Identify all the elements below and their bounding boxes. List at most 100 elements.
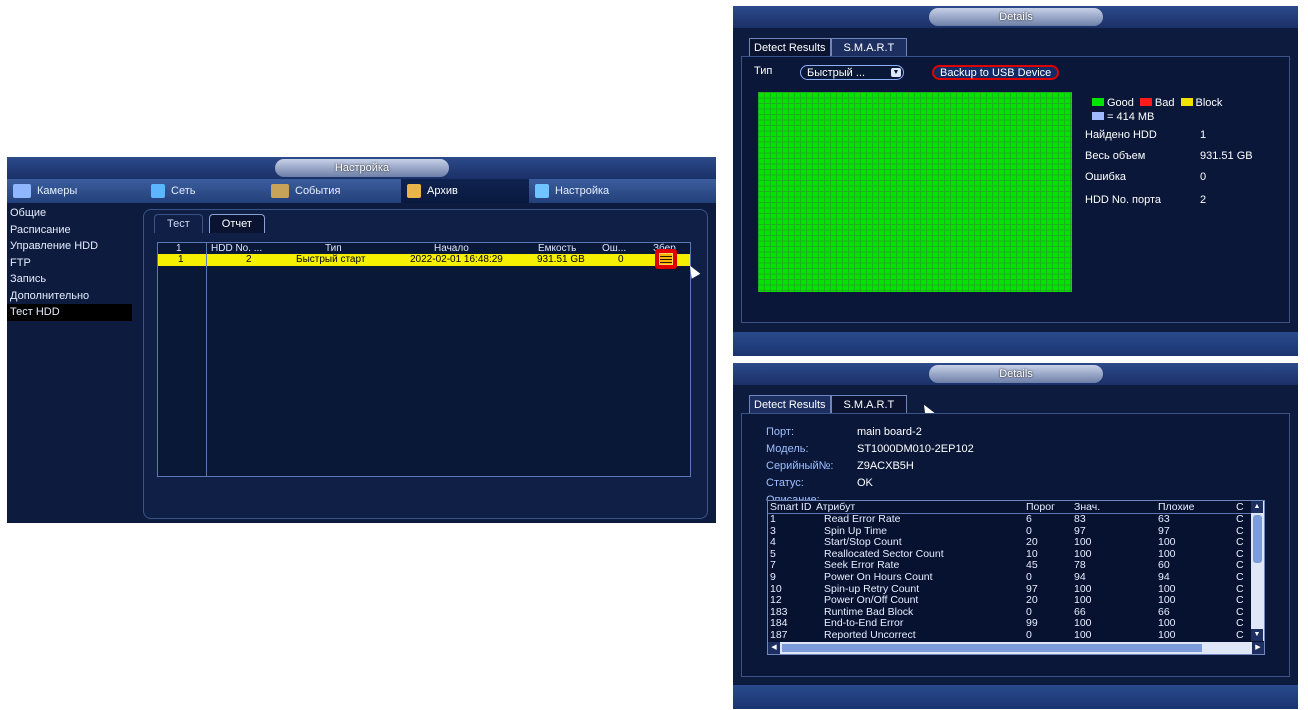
cell-smart-id: 4 — [770, 536, 776, 549]
legend: Good Bad Block — [1092, 97, 1222, 109]
tab-cameras[interactable]: Камеры — [7, 179, 145, 203]
port-value: main board-2 — [857, 426, 922, 438]
scroll-right-icon[interactable]: ▶ — [1252, 642, 1264, 654]
scroll-down-icon[interactable]: ▼ — [1251, 629, 1263, 641]
content-area: Тест Отчет 1 HDD No. ... Тип Начало Емко… — [143, 209, 708, 519]
scroll-up-icon[interactable]: ▲ — [1251, 501, 1263, 513]
cell-value: 100 — [1074, 536, 1092, 549]
cell-threshold: 0 — [1026, 571, 1032, 583]
sidebar-item-hdd-test[interactable]: Тест HDD — [7, 304, 132, 321]
tab-detect-results[interactable]: Detect Results — [749, 395, 831, 414]
divider — [206, 243, 207, 476]
list-icon — [659, 253, 673, 265]
title-bar: Настройка — [7, 157, 716, 179]
hdd-found-label: Найдено HDD — [1085, 129, 1157, 141]
tab-detect-results[interactable]: Detect Results — [749, 38, 831, 57]
legend-unit-label: = 414 MB — [1107, 111, 1155, 123]
cell-smart-id: 12 — [770, 594, 782, 607]
footer-bar — [733, 332, 1298, 356]
tab-archive[interactable]: Архив — [401, 179, 529, 203]
cell-worst: 94 — [1158, 571, 1170, 583]
cell-hdd-no: 2 — [246, 254, 252, 265]
sidebar-item-advanced[interactable]: Дополнительно — [7, 288, 132, 305]
legend-good-label: Good — [1107, 97, 1134, 109]
footer-bar — [733, 685, 1298, 709]
col-attribute: Атрибут — [816, 501, 856, 513]
scroll-left-icon[interactable]: ◀ — [768, 642, 780, 654]
tab-smart[interactable]: S.M.A.R.T — [830, 38, 908, 57]
cell-attribute: Read Error Rate — [824, 513, 901, 525]
archive-icon — [407, 184, 421, 198]
table-row[interactable]: 1 Read Error Rate 6 83 63 С — [768, 513, 1248, 526]
port-value: 2 — [1200, 194, 1207, 206]
network-icon — [151, 184, 165, 198]
type-select-value: Быстрый ... — [807, 67, 866, 79]
sidebar-item-record[interactable]: Запись — [7, 271, 132, 288]
sidebar-item-hdd-manage[interactable]: Управление HDD — [7, 238, 132, 255]
port-label: HDD No. порта — [1085, 194, 1162, 206]
scroll-thumb[interactable] — [1253, 515, 1262, 563]
settings-window: Настройка Камеры Сеть События Архив Наст… — [7, 157, 716, 523]
smart-header: Smart ID Атрибут Порог Знач. Плохие С — [768, 501, 1248, 514]
table-row[interactable]: 4 Start/Stop Count 20 100 100 С — [768, 537, 1248, 549]
main-nav: Камеры Сеть События Архив Настройка — [7, 179, 716, 203]
tab-smart[interactable]: S.M.A.R.T — [830, 395, 908, 414]
status-value: OK — [857, 477, 873, 489]
cell-value: 100 — [1074, 594, 1092, 607]
bad-swatch — [1139, 98, 1152, 106]
unit-swatch — [1092, 112, 1104, 120]
cell-capacity: 931.51 GB — [537, 254, 585, 265]
cell-attribute: Reported Uncorrect — [824, 629, 916, 641]
report-details-icon[interactable] — [655, 249, 677, 269]
vertical-scrollbar[interactable]: ▲ ▼ — [1251, 501, 1264, 641]
details-window-detect: Details Detect Results S.M.A.R.T Тип Быс… — [733, 6, 1298, 356]
details-tabs: Detect Results S.M.A.R.T — [749, 395, 908, 414]
tab-test[interactable]: Тест — [154, 214, 203, 233]
legend-block-label: Block — [1195, 97, 1223, 109]
backup-to-usb-button[interactable]: Backup to USB Device — [932, 65, 1060, 80]
tab-label: Камеры — [37, 185, 78, 197]
table-row[interactable]: 9 Power On Hours Count 0 94 94 С — [768, 571, 1248, 584]
cell-attribute: Power On/Off Count — [824, 594, 919, 607]
sidebar-item-schedule[interactable]: Расписание — [7, 222, 132, 239]
tab-events[interactable]: События — [265, 179, 401, 203]
window-title: Настройка — [275, 159, 449, 177]
type-label: Тип — [754, 65, 773, 77]
model-value: ST1000DM010-2EP102 — [857, 443, 974, 455]
tab-network[interactable]: Сеть — [145, 179, 265, 203]
cell-status: С — [1236, 513, 1244, 525]
type-select[interactable]: Быстрый ... ▼ — [800, 65, 904, 80]
table-row[interactable]: 12 Power On/Off Count 20 100 100 С — [768, 595, 1248, 607]
col-worst: Плохие — [1158, 501, 1195, 513]
cell-smart-id: 9 — [770, 571, 776, 583]
cell-value: 83 — [1074, 513, 1086, 525]
scroll-thumb[interactable] — [782, 644, 1202, 652]
tab-report[interactable]: Отчет — [208, 214, 265, 233]
cell-attribute: Power On Hours Count — [824, 571, 933, 583]
legend-unit: = 414 MB — [1092, 111, 1154, 123]
horizontal-scrollbar[interactable]: ◀ ▶ — [768, 642, 1264, 654]
chevron-down-icon: ▼ — [891, 68, 901, 77]
col-smart-id: Smart ID — [770, 501, 812, 513]
table-row[interactable]: 1 2 Быстрый старт 2022-02-01 16:48:29 93… — [158, 254, 690, 266]
subtabs: Тест Отчет — [154, 214, 265, 233]
cell-worst: 63 — [1158, 513, 1170, 525]
cell-value: 100 — [1074, 629, 1092, 641]
sidebar-item-ftp[interactable]: FTP — [7, 255, 132, 272]
tab-settings[interactable]: Настройка — [529, 179, 649, 203]
cell-worst: 100 — [1158, 594, 1176, 607]
cell-threshold: 20 — [1026, 536, 1038, 549]
total-size-label: Весь объем — [1085, 150, 1146, 162]
table-row[interactable]: 187 Reported Uncorrect 0 100 100 С — [768, 629, 1248, 642]
error-label: Ошибка — [1085, 171, 1126, 183]
legend-good: Good — [1092, 97, 1134, 109]
title-bar: Details — [733, 6, 1298, 28]
window-title: Details — [929, 365, 1103, 383]
cell-attribute: Start/Stop Count — [824, 536, 902, 549]
sidebar-item-general[interactable]: Общие — [7, 205, 132, 222]
smart-table: Smart ID Атрибут Порог Знач. Плохие С 1 R… — [767, 500, 1265, 655]
cell-status: С — [1236, 536, 1244, 549]
tab-label: События — [295, 185, 341, 197]
cell-value: 94 — [1074, 571, 1086, 583]
block-swatch — [1180, 98, 1193, 106]
